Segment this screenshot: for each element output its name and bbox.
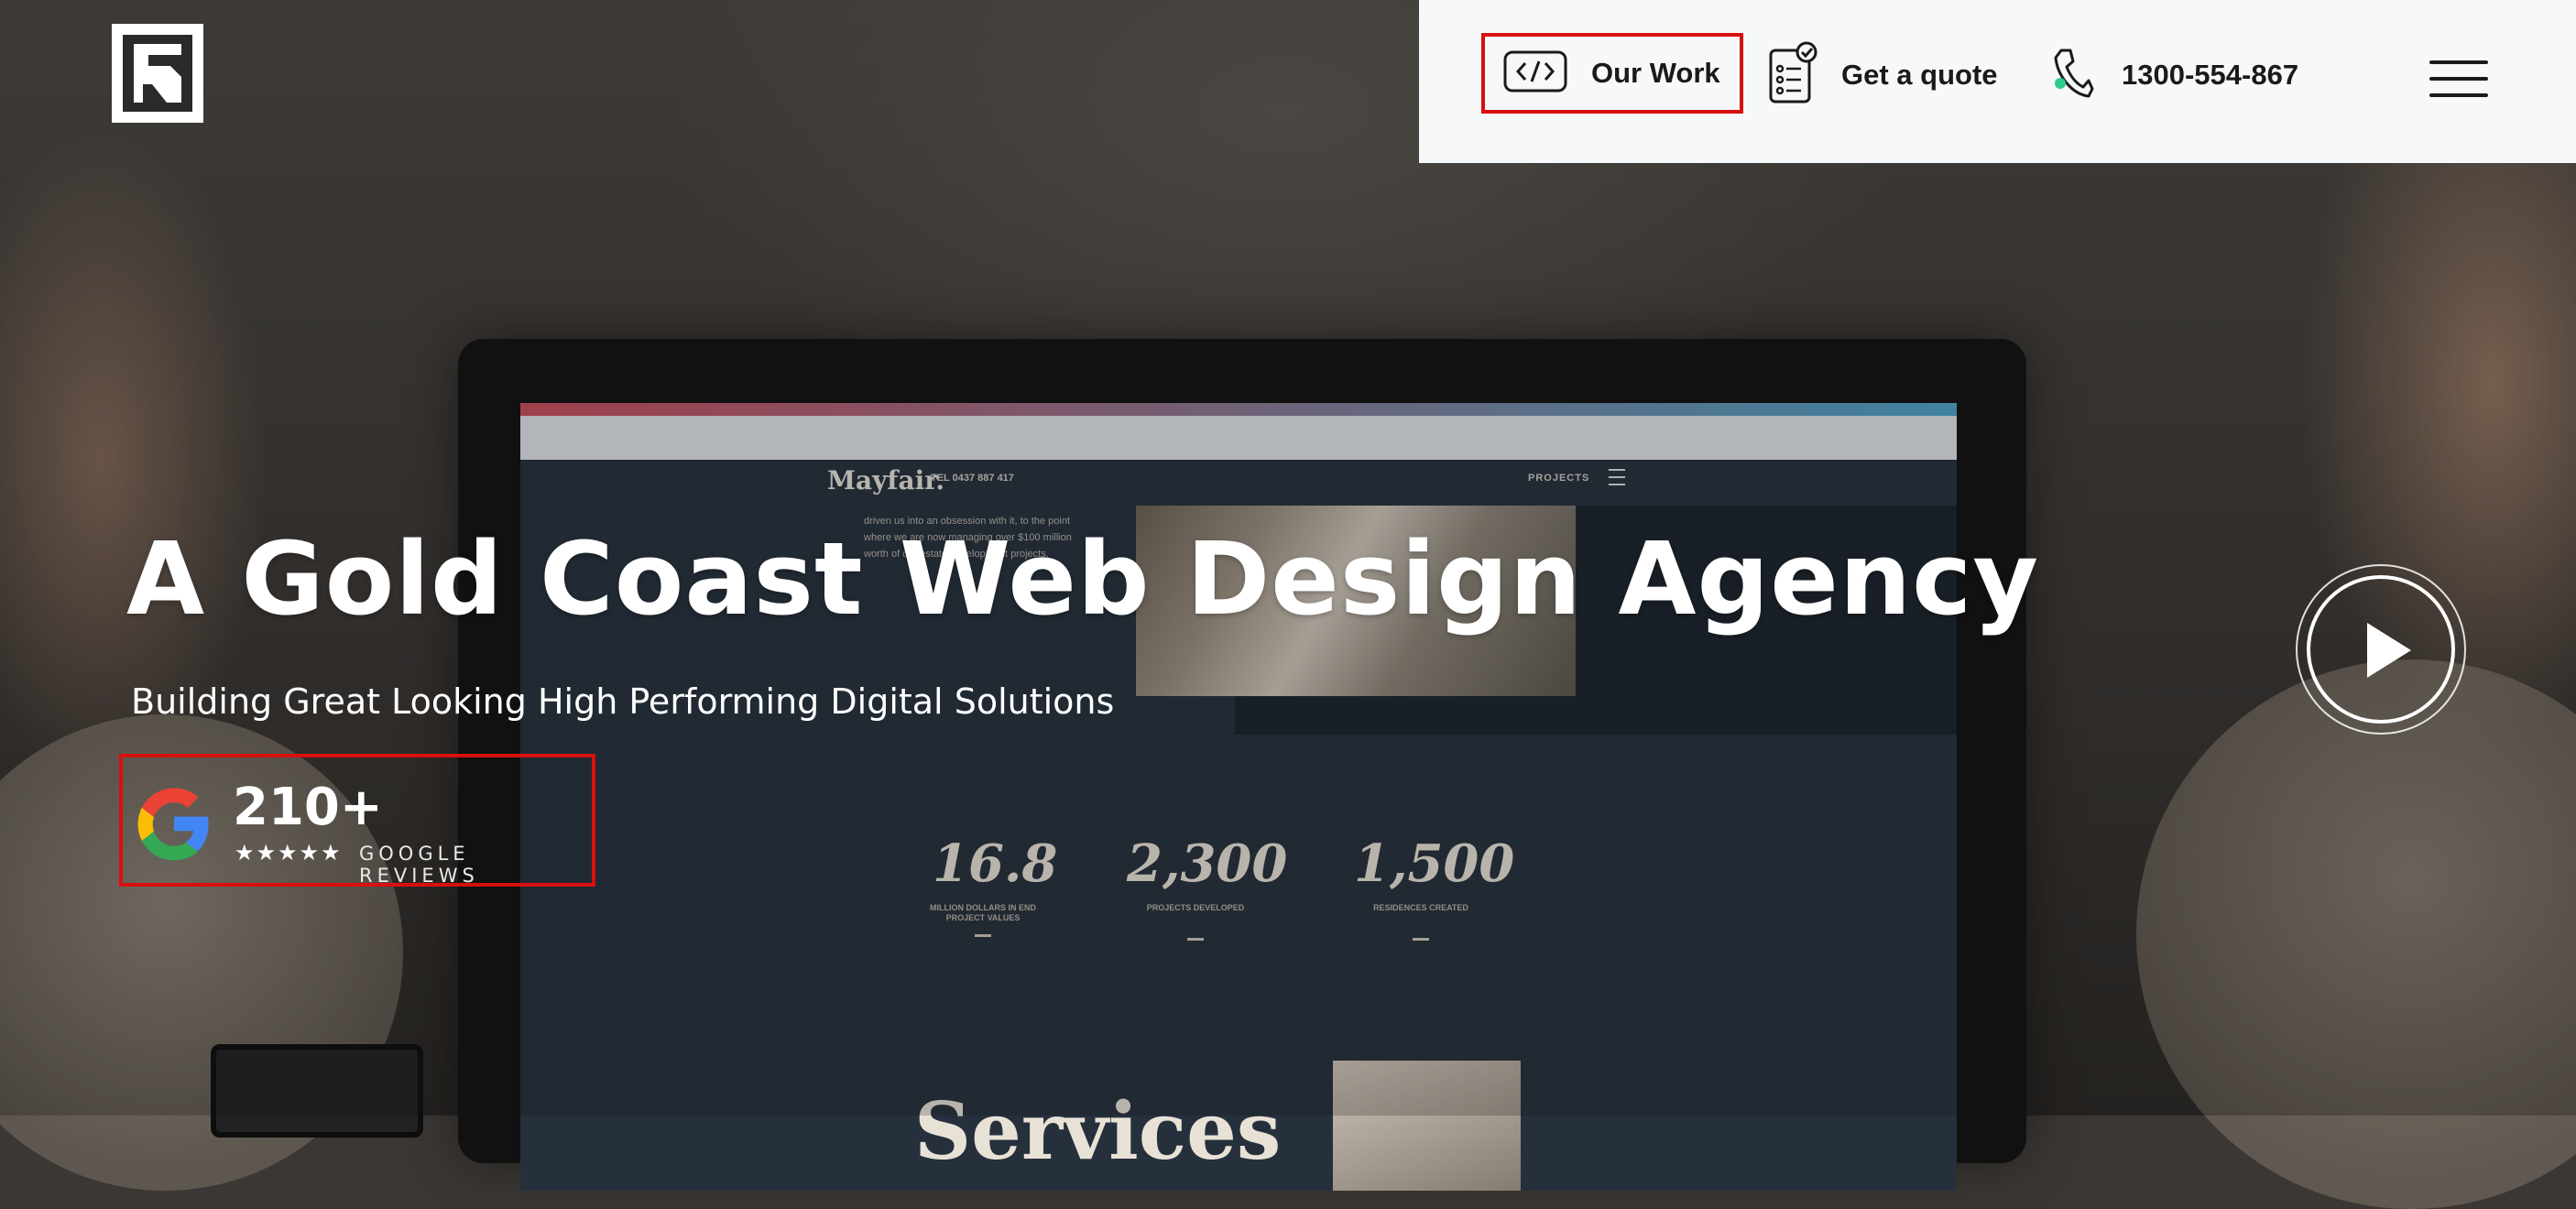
phone-link[interactable]: 1300-554-867 — [2052, 42, 2298, 108]
hamburger-line — [2429, 60, 2488, 64]
phone-number: 1300-554-867 — [2122, 59, 2299, 91]
our-work-label: Our Work — [1591, 57, 1720, 89]
play-button-ring — [2307, 575, 2455, 724]
get-quote-link[interactable]: Get a quote — [1768, 41, 1998, 110]
phone-icon — [2052, 47, 2094, 104]
google-g-icon — [134, 783, 214, 868]
hamburger-line — [2429, 77, 2488, 81]
star-rating: ★★★★★ — [235, 841, 343, 866]
get-quote-label: Get a quote — [1841, 59, 1998, 91]
checklist-icon — [1768, 41, 1819, 110]
hero-title: A Gold Coast Web Design Agency — [126, 520, 2040, 637]
hamburger-line — [2429, 93, 2488, 97]
hamburger-menu-button[interactable] — [2429, 60, 2488, 97]
hero-subtitle: Building Great Looking High Performing D… — [131, 681, 1115, 722]
play-icon — [2367, 623, 2411, 678]
google-reviews-label: GOOGLE REVIEWS — [359, 843, 479, 887]
google-reviews-badge[interactable]: 210+ ★★★★★ GOOGLE REVIEWS — [119, 754, 595, 887]
brand-logo-icon[interactable] — [112, 24, 203, 123]
play-video-button[interactable] — [2296, 564, 2466, 735]
code-icon — [1503, 50, 1567, 97]
our-work-link[interactable]: Our Work — [1481, 33, 1743, 114]
review-count: 210+ — [233, 778, 383, 837]
